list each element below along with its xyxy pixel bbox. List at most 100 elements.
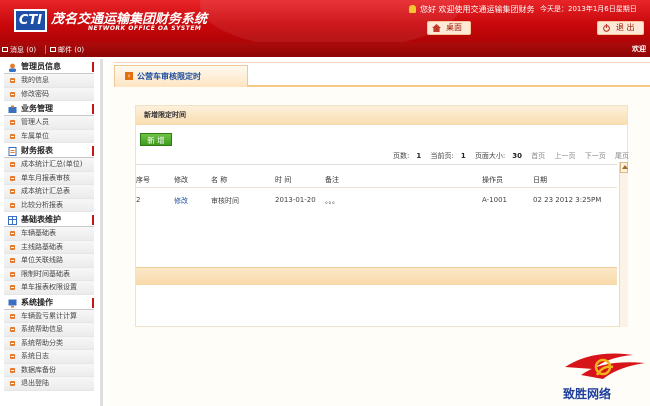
sidebar-item-vehicle-units[interactable]: 车属单位 bbox=[4, 129, 94, 143]
sidebar-item-label: 单车报表权限设置 bbox=[21, 283, 77, 291]
group-marker bbox=[92, 215, 94, 225]
col-date: 日期 bbox=[533, 176, 547, 184]
arrow-up-icon bbox=[622, 165, 628, 169]
pagination: 页数: 1 当前页: 1 页面大小: 30 首页 上一页 下一页 尾页 bbox=[393, 151, 636, 161]
panel-title: 新增限定时间 bbox=[136, 106, 627, 125]
sidebar-item-unit-routes[interactable]: 单位关联线路 bbox=[4, 254, 94, 268]
bullet-icon bbox=[10, 367, 15, 373]
col-no: 序号 bbox=[136, 176, 150, 184]
power-icon bbox=[603, 24, 610, 32]
sidebar-item-time-limit-table[interactable]: 限制时间基础表 bbox=[4, 267, 94, 281]
sidebar-item-cost-summary-unit[interactable]: 成本统计汇总(单位) bbox=[4, 158, 94, 172]
sidebar-group-label: 管理员信息 bbox=[21, 62, 61, 71]
cell-time: 2013-01-20 bbox=[275, 196, 316, 204]
mail-link[interactable]: 邮件 (0) bbox=[50, 45, 84, 55]
sidebar-group-system[interactable]: 系统操作 bbox=[4, 297, 94, 310]
sidebar-item-label: 数据库备份 bbox=[21, 365, 56, 374]
bullet-icon bbox=[10, 271, 15, 277]
sidebar-group-reports[interactable]: 财务报表 bbox=[4, 145, 94, 158]
user-info: 您好 欢迎使用交通运输集团财务 bbox=[409, 4, 535, 15]
sidebar-item-label: 成本统计汇总表 bbox=[21, 187, 70, 195]
bullet-icon bbox=[10, 175, 15, 181]
sidebar-item-label: 我的信息 bbox=[21, 76, 49, 84]
sidebar-item-label: 成本统计汇总(单位) bbox=[21, 160, 83, 168]
sidebar-item-cost-summary[interactable]: 成本统计汇总表 bbox=[4, 185, 94, 199]
sidebar-item-managers[interactable]: 管理人员 bbox=[4, 116, 94, 130]
add-button[interactable]: 新 增 bbox=[140, 133, 172, 146]
bullet-icon bbox=[10, 78, 15, 83]
sidebar-item-route-table[interactable]: 主线路基础表 bbox=[4, 240, 94, 254]
bullet-icon bbox=[10, 340, 15, 346]
bullet-icon bbox=[10, 120, 15, 125]
logout-button-label: 退 出 bbox=[616, 23, 635, 32]
scroll-up-button[interactable] bbox=[620, 162, 628, 173]
col-edit: 修改 bbox=[174, 176, 188, 184]
sidebar-item-label: 系统帮助信息 bbox=[21, 325, 63, 333]
sidebar-item-report-permissions[interactable]: 单车报表权限设置 bbox=[4, 281, 94, 295]
sidebar-item-db-backup[interactable]: 数据库备份 bbox=[4, 363, 94, 377]
page-tab: › 公营车审核限定时 bbox=[114, 65, 248, 87]
cell-operator: A-1001 bbox=[482, 196, 507, 204]
sidebar-item-comparison-report[interactable]: 比较分析报表 bbox=[4, 198, 94, 212]
logout-button[interactable]: 退 出 bbox=[597, 21, 644, 35]
bullet-icon bbox=[10, 231, 15, 236]
cell-no: 2 bbox=[136, 196, 141, 204]
sidebar-item-label: 系统帮助分类 bbox=[21, 338, 63, 347]
sidebar-item-change-password[interactable]: 修改密码 bbox=[4, 87, 94, 101]
cell-date: 02 23 2012 3:25PM bbox=[533, 196, 602, 204]
table-icon bbox=[8, 216, 17, 225]
sidebar-item-label: 退出登陆 bbox=[21, 379, 49, 387]
toolbar-divider bbox=[45, 45, 46, 54]
sidebar-item-help-category[interactable]: 系统帮助分类 bbox=[4, 336, 94, 350]
sidebar-item-label: 系统日志 bbox=[21, 352, 49, 360]
date-text: 今天是：2013年1月6日星期日 bbox=[540, 5, 637, 13]
bullet-icon bbox=[10, 91, 15, 97]
brand-name: 致胜网络 bbox=[563, 387, 612, 401]
bullet-icon bbox=[10, 381, 15, 386]
sidebar-item-my-info[interactable]: 我的信息 bbox=[4, 74, 94, 88]
col-note: 备注 bbox=[325, 176, 339, 184]
group-marker bbox=[92, 62, 94, 72]
sidebar-group-admin[interactable]: 管理员信息 bbox=[4, 61, 94, 74]
home-icon bbox=[432, 24, 441, 32]
sidebar-item-monthly-review[interactable]: 单车月报表审核 bbox=[4, 171, 94, 185]
admin-icon bbox=[9, 63, 16, 72]
page-size: 页面大小: 30 bbox=[474, 152, 523, 160]
sidebar: 管理员信息 我的信息 修改密码 业务管理 管理人员 车属单位 财务报表 成本统计… bbox=[0, 59, 103, 406]
sidebar-item-logout[interactable]: 退出登陆 bbox=[4, 377, 94, 391]
mail-icon bbox=[50, 47, 56, 52]
cell-name: 审核时间 bbox=[211, 197, 239, 205]
sidebar-item-help-info[interactable]: 系统帮助信息 bbox=[4, 323, 94, 337]
edit-link[interactable]: 修改 bbox=[174, 196, 188, 206]
table-footer-bar bbox=[136, 267, 617, 285]
sidebar-item-vehicle-table[interactable]: 车辆基础表 bbox=[4, 227, 94, 241]
header-bar: CTI 茂名交通运输集团财务系统 NETWORK OFFICE OA SYSTE… bbox=[0, 0, 650, 42]
sidebar-item-profit-loss-calc[interactable]: 车辆盈亏累计计算 bbox=[4, 309, 94, 323]
message-icon bbox=[2, 47, 8, 52]
current-page: 当前页: 1 bbox=[430, 152, 466, 160]
last-page-link[interactable]: 尾页 bbox=[615, 152, 629, 160]
data-table: 序号 修改 名 称 时 间 备注 操作员 日期 2 修改 审核时间 2013-0… bbox=[136, 164, 617, 319]
first-page-link[interactable]: 首页 bbox=[531, 152, 545, 160]
welcome-text: 欢迎 bbox=[632, 45, 646, 53]
prev-page-link[interactable]: 上一页 bbox=[555, 152, 576, 160]
sidebar-item-system-log[interactable]: 系统日志 bbox=[4, 350, 94, 364]
bullet-icon bbox=[10, 313, 15, 319]
mail-label: 邮件 (0) bbox=[58, 46, 85, 54]
bullet-icon bbox=[10, 244, 15, 250]
group-marker bbox=[92, 104, 94, 114]
table-header: 序号 修改 名 称 时 间 备注 操作员 日期 bbox=[136, 172, 617, 188]
messages-link[interactable]: 消息 (0) bbox=[2, 45, 36, 55]
table-scrollbar[interactable] bbox=[619, 162, 628, 327]
next-page-link[interactable]: 下一页 bbox=[585, 152, 606, 160]
sidebar-group-business[interactable]: 业务管理 bbox=[4, 103, 94, 116]
sidebar-group-base-tables[interactable]: 基础表维护 bbox=[4, 214, 94, 227]
sidebar-item-label: 单位关联线路 bbox=[21, 256, 63, 264]
sub-toolbar: 消息 (0) 邮件 (0) 欢迎 bbox=[0, 42, 650, 57]
bullet-icon bbox=[10, 202, 15, 208]
group-marker bbox=[92, 146, 94, 156]
desktop-button[interactable]: 桌面 bbox=[427, 21, 471, 35]
bullet-icon bbox=[10, 133, 15, 139]
logo: CTI bbox=[14, 9, 47, 32]
cell-note: 。。。 bbox=[325, 197, 339, 205]
